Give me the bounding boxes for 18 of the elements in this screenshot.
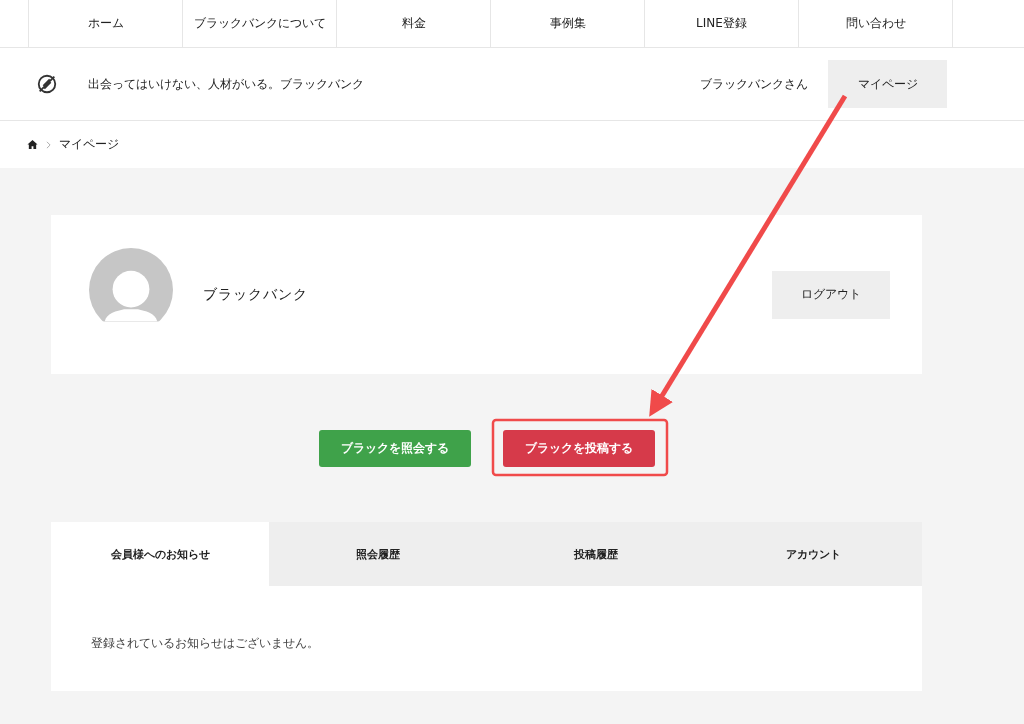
mypage-button[interactable]: マイページ — [828, 60, 947, 108]
tab[interactable]: 会員様へのお知らせ — [51, 522, 269, 586]
nav-link[interactable]: LINE登録 — [644, 0, 798, 47]
nav-link[interactable]: ブラックバンクについて — [182, 0, 336, 47]
logout-button[interactable]: ログアウト — [772, 270, 890, 319]
chevron-icon — [46, 140, 51, 149]
nav-link[interactable]: 事例集 — [490, 0, 644, 47]
nav-link[interactable]: ホーム — [28, 0, 182, 47]
notice-message: 登録されているお知らせはございません。 — [91, 635, 319, 652]
profile-name: ブラックバンク — [203, 285, 308, 304]
nav-link[interactable]: 問い合わせ — [798, 0, 953, 47]
breadcrumb-current: マイページ — [59, 136, 119, 153]
user-name: ブラックバンクさん — [700, 75, 808, 93]
nav-link[interactable]: 料金 — [336, 0, 490, 47]
site-tagline: 出会ってはいけない、人材がいる。ブラックバンク — [88, 75, 364, 93]
logo-icon[interactable] — [36, 73, 58, 95]
action-button[interactable]: ブラックを投稿する — [502, 430, 655, 467]
home-icon[interactable] — [27, 139, 38, 150]
